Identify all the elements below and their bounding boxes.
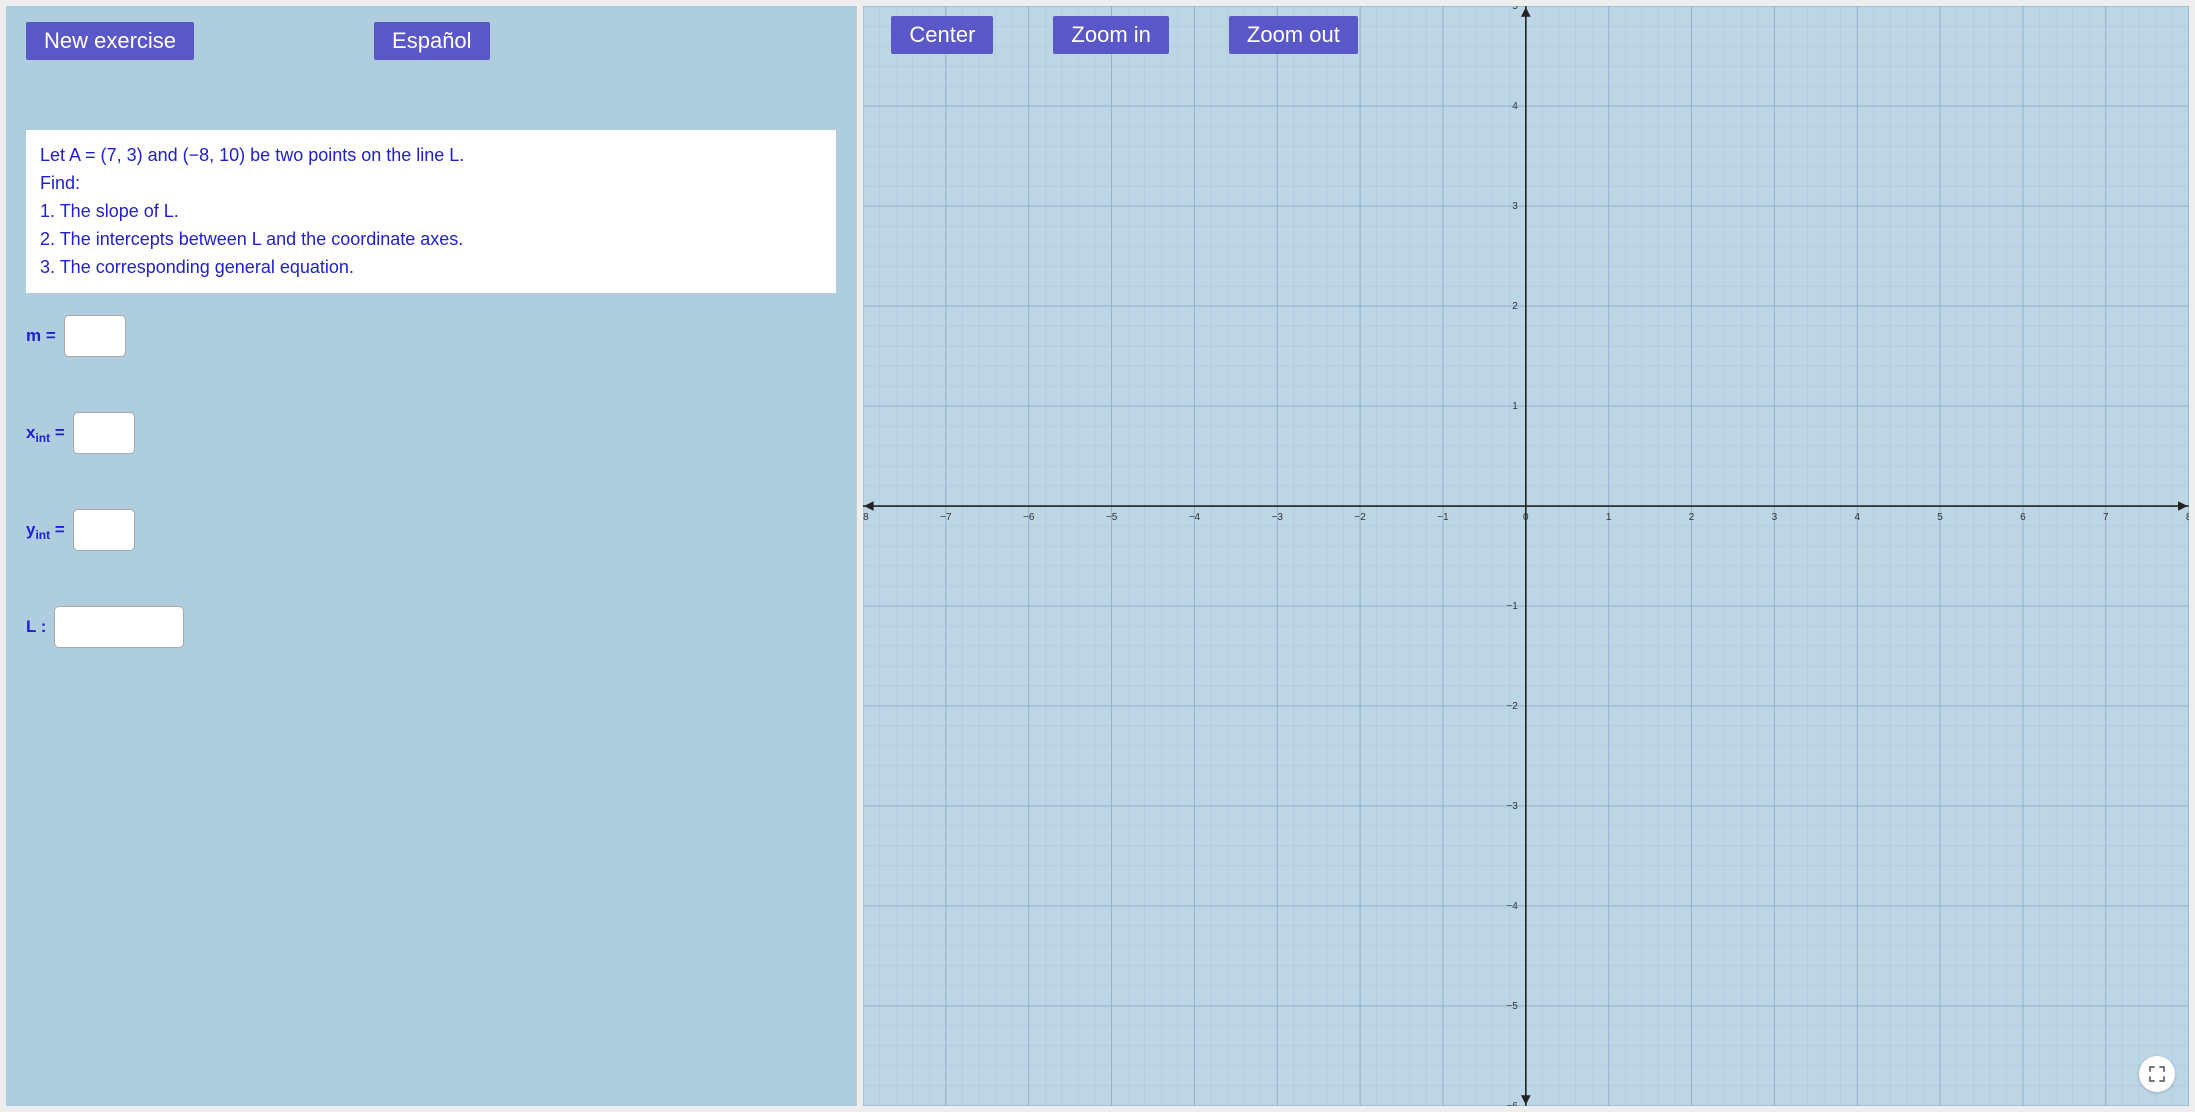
coordinate-grid[interactable]: −8 −7 −6 −5 −4 −3 −2 −1 0 1 2 3 4 5 6 7 8 −6 −5 −4 −3 −2 −1 1 2 3… (863, 6, 2189, 1106)
problem-item-2: 2. The intercepts between L and the coor… (40, 226, 822, 254)
svg-text:5: 5 (1938, 512, 1944, 523)
point-a: 7, 3 (107, 145, 137, 165)
zoom-out-button[interactable]: Zoom out (1229, 16, 1358, 54)
svg-text:−2: −2 (1355, 512, 1367, 523)
fullscreen-button[interactable] (2139, 1056, 2175, 1092)
fullscreen-icon (2149, 1066, 2165, 1082)
svg-text:2: 2 (1513, 301, 1519, 312)
xint-input[interactable] (73, 412, 135, 454)
problem-item-3: 3. The corresponding general equation. (40, 254, 822, 282)
graph-panel[interactable]: Center Zoom in Zoom out −8 −7 −6 −5 −4 −3 −2 −1… (863, 6, 2189, 1106)
svg-text:1: 1 (1513, 401, 1519, 412)
svg-text:4: 4 (1513, 101, 1519, 112)
left-panel: New exercise Español Let A = (7, 3) and … (6, 6, 857, 1106)
yint-label: yint = (26, 520, 65, 540)
svg-text:−1: −1 (1507, 601, 1519, 612)
problem-text: ) and ( (137, 145, 189, 165)
svg-text:3: 3 (1513, 201, 1519, 212)
svg-text:−5: −5 (1106, 512, 1118, 523)
svg-text:5: 5 (1513, 6, 1519, 12)
svg-text:1: 1 (1606, 512, 1612, 523)
app-root: New exercise Español Let A = (7, 3) and … (0, 0, 2195, 1112)
svg-text:7: 7 (2103, 512, 2109, 523)
left-toolbar: New exercise Español (26, 22, 836, 60)
svg-text:−6: −6 (1023, 512, 1035, 523)
svg-text:−5: −5 (1507, 1001, 1519, 1012)
svg-text:−4: −4 (1507, 901, 1519, 912)
graph-toolbar: Center Zoom in Zoom out (891, 16, 1357, 54)
svg-text:−3: −3 (1507, 801, 1519, 812)
center-button[interactable]: Center (891, 16, 993, 54)
svg-text:−6: −6 (1507, 1101, 1519, 1106)
language-button[interactable]: Español (374, 22, 490, 60)
problem-text: Let A = ( (40, 145, 107, 165)
new-exercise-button[interactable]: New exercise (26, 22, 194, 60)
xint-eq: = (50, 423, 65, 442)
svg-text:6: 6 (2021, 512, 2027, 523)
svg-text:−8: −8 (863, 512, 869, 523)
svg-text:8: 8 (2186, 512, 2189, 523)
zoom-in-button[interactable]: Zoom in (1053, 16, 1168, 54)
slope-row: m = (26, 315, 836, 357)
svg-text:0: 0 (1523, 512, 1529, 523)
svg-text:−3: −3 (1272, 512, 1284, 523)
yint-eq: = (50, 520, 65, 539)
xint-row: xint = (26, 412, 836, 454)
svg-text:−7: −7 (941, 512, 953, 523)
xint-label: xint = (26, 423, 65, 443)
yint-row: yint = (26, 509, 836, 551)
problem-item-1: 1. The slope of L. (40, 198, 822, 226)
svg-text:−4: −4 (1189, 512, 1201, 523)
problem-text: ) be two points on the line L. (239, 145, 464, 165)
svg-text:−1: −1 (1438, 512, 1450, 523)
yint-sub: int (35, 528, 50, 542)
point-b: −8, 10 (189, 145, 240, 165)
equation-row: L : (26, 606, 836, 648)
problem-statement: Let A = (7, 3) and (−8, 10) be two point… (26, 130, 836, 293)
m-label: m = (26, 326, 56, 346)
L-label: L : (26, 617, 46, 637)
L-input[interactable] (54, 606, 184, 648)
svg-text:2: 2 (1689, 512, 1695, 523)
xint-sub: int (35, 431, 50, 445)
yint-input[interactable] (73, 509, 135, 551)
svg-text:4: 4 (1855, 512, 1861, 523)
svg-text:−2: −2 (1507, 701, 1519, 712)
m-input[interactable] (64, 315, 126, 357)
svg-text:3: 3 (1772, 512, 1778, 523)
find-label: Find: (40, 170, 822, 198)
